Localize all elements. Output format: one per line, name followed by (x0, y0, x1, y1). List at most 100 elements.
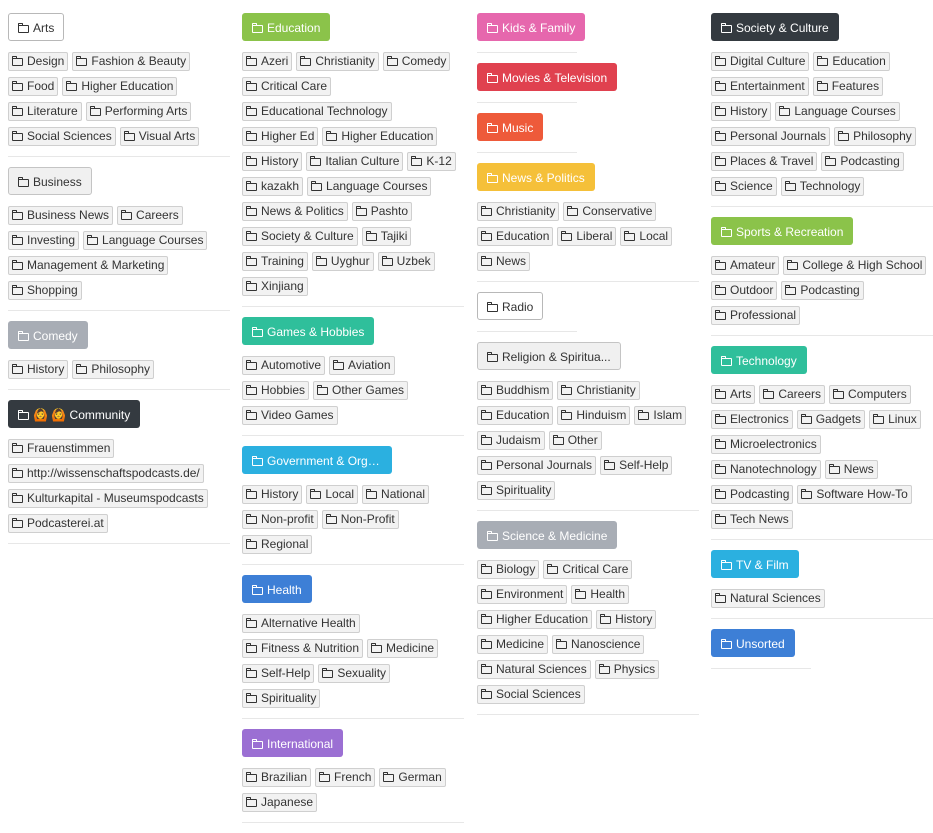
subcategory-tag[interactable]: Higher Education (477, 610, 593, 629)
subcategory-tag[interactable]: Conservative (563, 202, 657, 221)
subcategory-tag[interactable]: Uzbek (377, 252, 435, 271)
category-button[interactable]: Health (242, 575, 312, 603)
category-button[interactable]: Technology (711, 346, 807, 374)
subcategory-tag[interactable]: Professional (711, 306, 801, 325)
subcategory-tag[interactable]: Christianity (557, 381, 640, 400)
subcategory-tag[interactable]: Places & Travel (711, 152, 818, 171)
subcategory-tag[interactable]: Visual Arts (119, 127, 200, 146)
subcategory-tag[interactable]: kazakh (242, 177, 304, 196)
subcategory-tag[interactable]: Video Games (242, 406, 338, 425)
subcategory-tag[interactable]: Health (571, 585, 630, 604)
subcategory-tag[interactable]: Non-Profit (321, 510, 399, 529)
subcategory-tag[interactable]: Non-profit (242, 510, 318, 529)
subcategory-tag[interactable]: Automotive (242, 356, 326, 375)
subcategory-tag[interactable]: Fitness & Nutrition (242, 639, 364, 658)
subcategory-tag[interactable]: Aviation (329, 356, 395, 375)
subcategory-tag[interactable]: Amateur (711, 256, 780, 275)
subcategory-tag[interactable]: Critical Care (543, 560, 633, 579)
subcategory-tag[interactable]: Uyghur (311, 252, 374, 271)
subcategory-tag[interactable]: History (8, 360, 69, 379)
subcategory-tag[interactable]: Careers (759, 385, 826, 404)
subcategory-tag[interactable]: Tech News (711, 510, 793, 529)
subcategory-tag[interactable]: Gadgets (796, 410, 866, 429)
subcategory-tag[interactable]: Food (8, 77, 59, 96)
subcategory-tag[interactable]: Personal Journals (711, 127, 831, 146)
subcategory-tag[interactable]: News (824, 460, 878, 479)
subcategory-tag[interactable]: Education (813, 52, 890, 71)
subcategory-tag[interactable]: Other Games (313, 381, 409, 400)
category-button[interactable]: Radio (477, 292, 544, 320)
subcategory-tag[interactable]: Philosophy (834, 127, 916, 146)
category-button[interactable]: Government & Organi... (242, 446, 392, 474)
category-button[interactable]: Sports & Recreation (711, 217, 854, 245)
category-button[interactable]: Comedy (8, 321, 88, 349)
subcategory-tag[interactable]: Linux (869, 410, 921, 429)
subcategory-tag[interactable]: History (242, 152, 303, 171)
subcategory-tag[interactable]: History (596, 610, 657, 629)
subcategory-tag[interactable]: Self-Help (600, 456, 673, 475)
subcategory-tag[interactable]: Digital Culture (711, 52, 810, 71)
subcategory-tag[interactable]: Higher Education (322, 127, 438, 146)
subcategory-tag[interactable]: Azeri (242, 52, 293, 71)
subcategory-tag[interactable]: Podcasting (781, 281, 864, 300)
subcategory-tag[interactable]: Brazilian (242, 768, 312, 787)
category-button[interactable]: Arts (8, 13, 65, 41)
subcategory-tag[interactable]: Kulturkapital - Museumspodcasts (8, 489, 208, 508)
category-button[interactable]: 🙆 🙆 Community (8, 400, 141, 428)
subcategory-tag[interactable]: Spirituality (477, 481, 556, 500)
subcategory-tag[interactable]: Biology (477, 560, 540, 579)
subcategory-tag[interactable]: Social Sciences (8, 127, 116, 146)
subcategory-tag[interactable]: Performing Arts (85, 102, 192, 121)
subcategory-tag[interactable]: Xinjiang (242, 277, 308, 296)
subcategory-tag[interactable]: Higher Ed (242, 127, 319, 146)
subcategory-tag[interactable]: Christianity (477, 202, 560, 221)
subcategory-tag[interactable]: Medicine (477, 635, 549, 654)
subcategory-tag[interactable]: Shopping (8, 281, 82, 300)
category-button[interactable]: Education (242, 13, 331, 41)
subcategory-tag[interactable]: Features (812, 77, 884, 96)
subcategory-tag[interactable]: Nanotechnology (711, 460, 821, 479)
subcategory-tag[interactable]: Fashion & Beauty (72, 52, 191, 71)
subcategory-tag[interactable]: Personal Journals (477, 456, 597, 475)
subcategory-tag[interactable]: Design (8, 52, 69, 71)
category-button[interactable]: Music (477, 113, 544, 141)
subcategory-tag[interactable]: Arts (711, 385, 756, 404)
subcategory-tag[interactable]: Microelectronics (711, 435, 821, 454)
subcategory-tag[interactable]: Language Courses (307, 177, 432, 196)
subcategory-tag[interactable]: Hinduism (557, 406, 631, 425)
subcategory-tag[interactable]: Physics (594, 660, 660, 679)
subcategory-tag[interactable]: Training (242, 252, 308, 271)
subcategory-tag[interactable]: K-12 (407, 152, 456, 171)
subcategory-tag[interactable]: Alternative Health (242, 614, 360, 633)
subcategory-tag[interactable]: Computers (829, 385, 911, 404)
subcategory-tag[interactable]: Higher Education (62, 77, 178, 96)
subcategory-tag[interactable]: Islam (634, 406, 687, 425)
subcategory-tag[interactable]: History (242, 485, 303, 504)
subcategory-tag[interactable]: National (362, 485, 430, 504)
subcategory-tag[interactable]: Nanoscience (552, 635, 645, 654)
category-button[interactable]: Movies & Television (477, 63, 618, 91)
subcategory-tag[interactable]: Environment (477, 585, 568, 604)
category-button[interactable]: Science & Medicine (477, 521, 618, 549)
subcategory-tag[interactable]: Self-Help (242, 664, 315, 683)
subcategory-tag[interactable]: Medicine (367, 639, 439, 658)
category-button[interactable]: Kids & Family (477, 13, 586, 41)
subcategory-tag[interactable]: Electronics (711, 410, 793, 429)
subcategory-tag[interactable]: Investing (8, 231, 80, 250)
subcategory-tag[interactable]: Entertainment (711, 77, 809, 96)
subcategory-tag[interactable]: German (379, 768, 446, 787)
subcategory-tag[interactable]: Regional (242, 535, 313, 554)
subcategory-tag[interactable]: Language Courses (775, 102, 900, 121)
subcategory-tag[interactable]: Educational Technology (242, 102, 392, 121)
category-button[interactable]: Religion & Spiritua... (477, 342, 621, 370)
subcategory-tag[interactable]: College & High School (783, 256, 927, 275)
subcategory-tag[interactable]: Education (477, 406, 554, 425)
subcategory-tag[interactable]: Education (477, 227, 554, 246)
subcategory-tag[interactable]: Software How-To (797, 485, 912, 504)
subcategory-tag[interactable]: Natural Sciences (711, 589, 825, 608)
subcategory-tag[interactable]: Outdoor (711, 281, 778, 300)
subcategory-tag[interactable]: Technology (780, 177, 865, 196)
subcategory-tag[interactable]: Pashto (351, 202, 413, 221)
subcategory-tag[interactable]: Christianity (296, 52, 379, 71)
subcategory-tag[interactable]: Comedy (382, 52, 451, 71)
